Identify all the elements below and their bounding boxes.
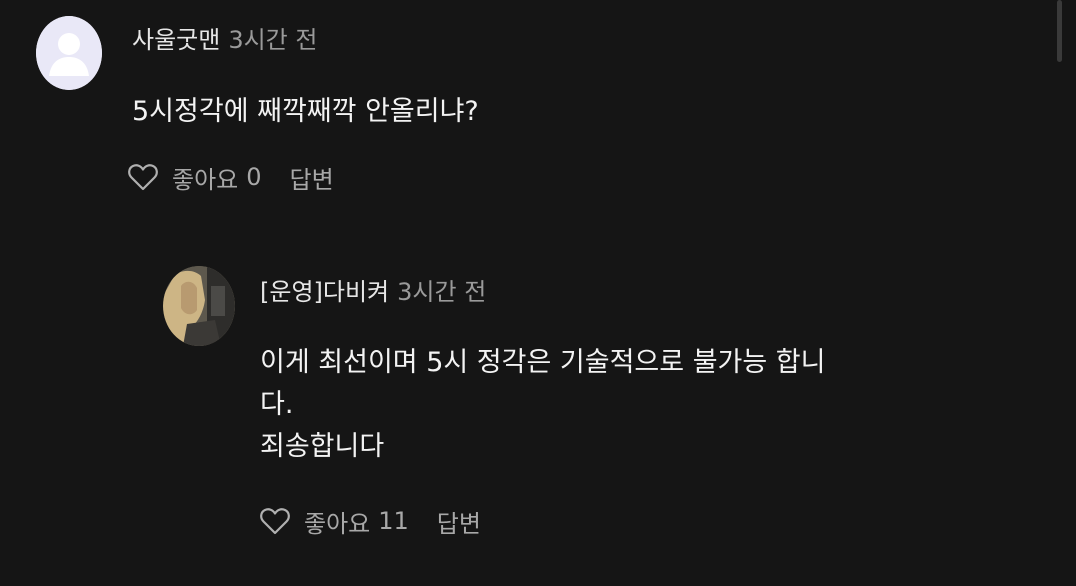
heart-icon — [260, 508, 290, 535]
comment-thread: 사울굿맨 3시간 전 5시정각에 째깍째깍 안올리냐? 좋아요 0 답변 [운영… — [0, 0, 1076, 586]
comment-author[interactable]: 사울굿맨 — [132, 26, 220, 54]
user-silhouette-icon — [36, 16, 102, 90]
reply-author[interactable]: [운영]다비켜 — [260, 278, 389, 306]
comment-body: 사울굿맨 3시간 전 5시정각에 째깍째깍 안올리냐? 좋아요 0 답변 — [128, 24, 479, 194]
like-label: 좋아요 — [304, 509, 371, 538]
reply-text: 이게 최선이며 5시 정각은 기술적으로 불가능 합니 다. 죄송합니다 — [260, 342, 825, 468]
reply-button[interactable]: 답변 — [290, 160, 334, 195]
user-photo-avatar[interactable] — [163, 266, 235, 346]
reply-text-line: 다. — [260, 389, 294, 420]
heart-icon — [128, 164, 158, 191]
like-button[interactable]: 좋아요 11 — [260, 504, 409, 539]
reply-text-line: 이게 최선이며 5시 정각은 기술적으로 불가능 합니 — [260, 347, 826, 378]
default-user-avatar-icon[interactable] — [36, 16, 102, 90]
comment-text: 5시정각에 째깍째깍 안올리냐? — [132, 93, 479, 130]
like-count: 0 — [246, 163, 262, 191]
comment-actions: 좋아요 0 답변 — [128, 160, 479, 194]
reply-body: [운영]다비켜 3시간 전 이게 최선이며 5시 정각은 기술적으로 불가능 합니… — [260, 276, 825, 538]
like-label: 좋아요 — [172, 165, 239, 194]
comment-time: 3시간 전 — [228, 26, 318, 54]
comment-text-line: 5시정각에 째깍째깍 안올리냐? — [132, 96, 479, 127]
reply-text-line: 죄송합니다 — [260, 431, 385, 462]
reply-button[interactable]: 답변 — [437, 504, 481, 539]
profile-photo-icon — [163, 266, 235, 346]
reply-header: [운영]다비켜 3시간 전 — [260, 276, 825, 308]
like-count: 11 — [378, 507, 409, 535]
reply-time: 3시간 전 — [397, 278, 487, 306]
scrollbar[interactable] — [1057, 0, 1062, 62]
comment-header: 사울굿맨 3시간 전 — [132, 24, 479, 56]
reply-actions: 좋아요 11 답변 — [260, 504, 825, 538]
like-button[interactable]: 좋아요 0 — [128, 160, 262, 195]
